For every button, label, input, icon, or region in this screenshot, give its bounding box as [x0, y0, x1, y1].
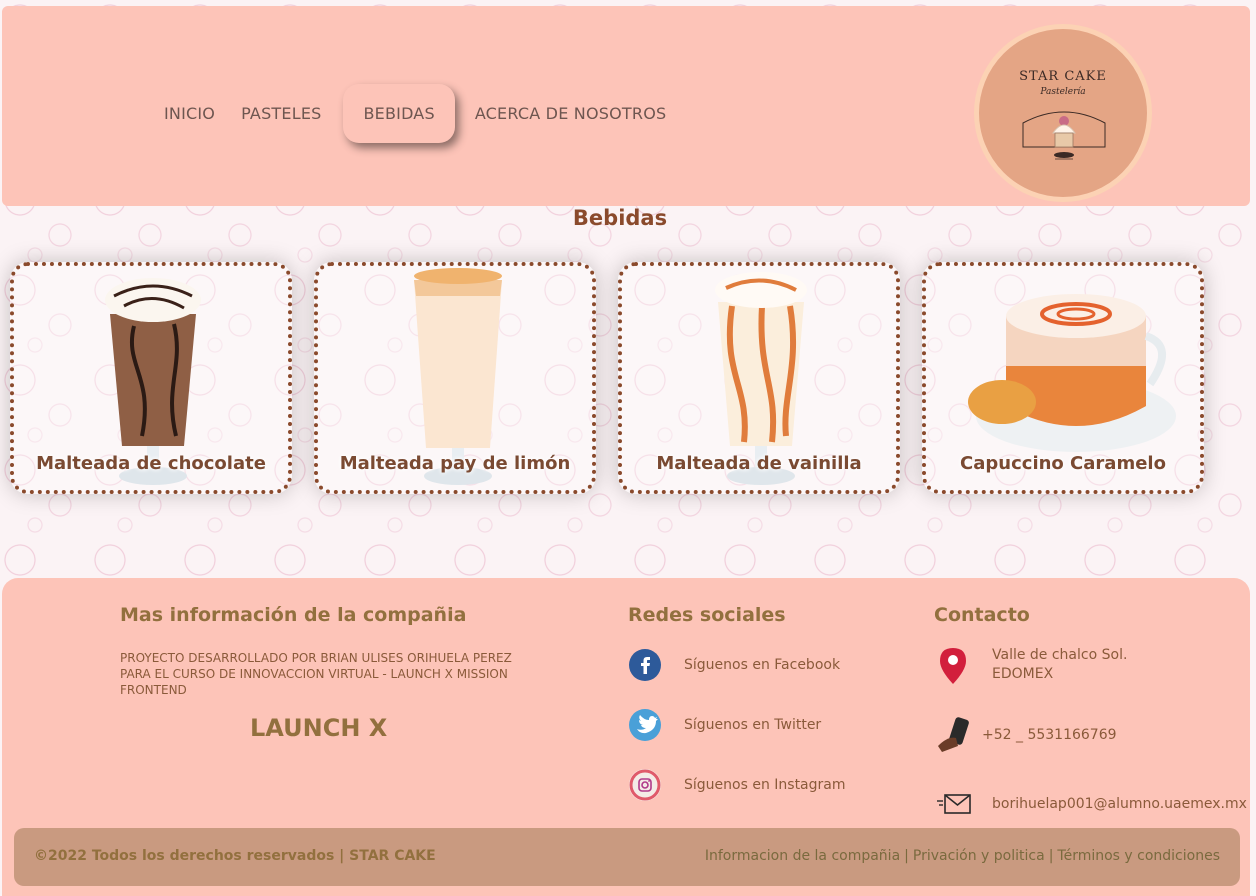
nav-item-pasteles[interactable]: PASTELES: [229, 86, 333, 141]
twitter-label: Síguenos en Twitter: [684, 717, 822, 733]
facebook-icon: [629, 649, 661, 681]
nav-item-acerca[interactable]: ACERCA DE NOSOTROS: [463, 86, 679, 141]
separator: |: [904, 848, 909, 864]
cupcake-icon: [1022, 111, 1106, 160]
phone-number: +52 _ 5531166769: [982, 727, 1117, 743]
twitter-link[interactable]: Síguenos en Twitter: [628, 708, 821, 742]
separator: |: [1048, 848, 1054, 864]
email-address: borihuelap001@alumno.uaemex.mx: [992, 796, 1247, 812]
logo-title: STAR CAKE: [1019, 69, 1107, 84]
card-label: Malteada de chocolate: [36, 453, 266, 474]
nav-item-bebidas[interactable]: BEBIDAS: [343, 84, 455, 143]
page-title: Bebidas: [572, 206, 668, 230]
site-header: INICIO PASTELES BEBIDAS ACERCA DE NOSOTR…: [2, 6, 1250, 206]
launch-x-brand: LAUNCH X: [250, 714, 388, 742]
drink-card-lemon-pie[interactable]: Malteada pay de limón: [314, 262, 596, 494]
terms-link[interactable]: Términos y condiciones: [1057, 848, 1220, 864]
contact-address: Valle de chalco Sol. EDOMEX: [938, 646, 1127, 686]
nav-item-inicio[interactable]: INICIO: [152, 86, 227, 141]
instagram-link[interactable]: Síguenos en Instagram: [628, 768, 846, 802]
main-nav: INICIO PASTELES BEBIDAS ACERCA DE NOSOTR…: [152, 84, 680, 143]
location-pin-icon: [940, 648, 966, 684]
card-label: Malteada de vainilla: [656, 453, 862, 474]
address-line1: Valle de chalco Sol.: [992, 647, 1128, 663]
info-heading: Mas información de la compañia: [120, 604, 467, 626]
star-cake-logo[interactable]: STAR CAKE Pastelería: [974, 24, 1152, 202]
contact-heading: Contacto: [934, 604, 1030, 626]
facebook-link[interactable]: Síguenos en Facebook: [628, 648, 840, 682]
drink-card-vanilla[interactable]: Malteada de vainilla: [618, 262, 900, 494]
address-line2: EDOMEX: [992, 666, 1054, 682]
card-label: Malteada pay de limón: [339, 453, 571, 474]
logo-subtitle: Pastelería: [1040, 87, 1086, 97]
instagram-label: Síguenos en Instagram: [684, 777, 846, 793]
contact-phone[interactable]: +52 _ 5531166769: [934, 716, 1117, 754]
drink-card-chocolate[interactable]: Malteada de chocolate: [10, 262, 292, 494]
site-footer: Mas información de la compañia PROYECTO …: [2, 578, 1250, 896]
footer-links: Informacion de la compañia | Privación y p…: [705, 848, 1220, 864]
facebook-label: Síguenos en Facebook: [684, 657, 841, 673]
instagram-icon: [629, 769, 661, 801]
social-heading: Redes sociales: [628, 604, 786, 626]
twitter-icon: [629, 709, 661, 741]
email-icon: [937, 794, 971, 814]
drink-card-cappuccino[interactable]: Capuccino Caramelo: [922, 262, 1204, 494]
footer-bottom-bar: ©2022 Todos los derechos reservados | ST…: [14, 828, 1240, 886]
company-info-link[interactable]: Informacion de la compañia: [705, 848, 900, 864]
info-description: PROYECTO DESARROLLADO POR BRIAN ULISES O…: [120, 651, 512, 697]
contact-email[interactable]: borihuelap001@alumno.uaemex.mx: [936, 792, 1247, 816]
card-label: Capuccino Caramelo: [960, 453, 1166, 474]
copyright: ©2022 Todos los derechos reservados | ST…: [34, 848, 436, 864]
privacy-link[interactable]: Privación y politica: [913, 848, 1045, 864]
phone-icon: [938, 717, 969, 752]
